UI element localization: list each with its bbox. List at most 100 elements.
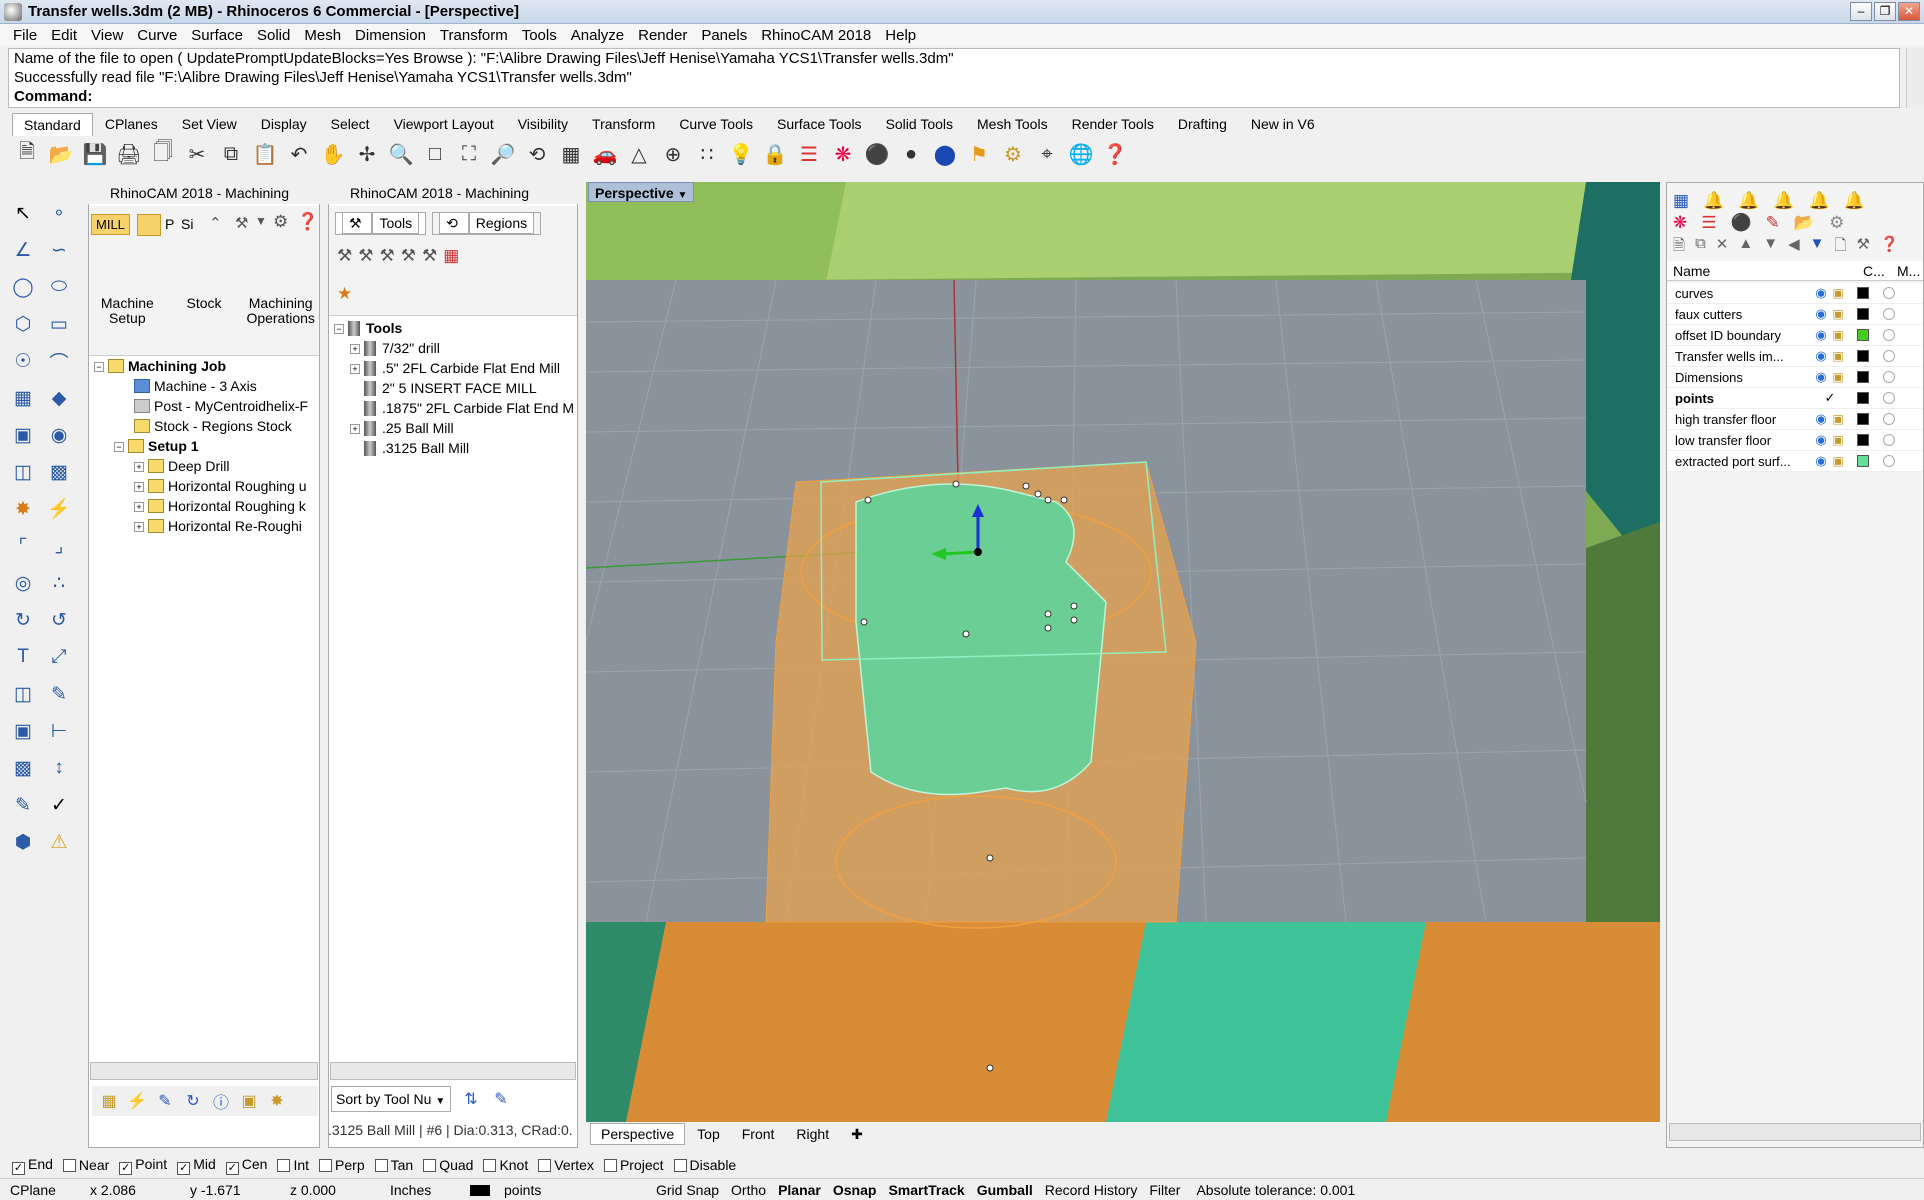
tree-item-operation[interactable]: + Horizontal Re-Roughi (94, 516, 318, 536)
add-viewport-icon[interactable]: ✚ (841, 1124, 873, 1145)
status-toggle-record-history[interactable]: Record History (1039, 1182, 1144, 1198)
warning-icon[interactable]: ⚠ (42, 825, 76, 859)
checkbox[interactable] (277, 1159, 291, 1172)
tab-drafting[interactable]: Drafting (1166, 112, 1239, 136)
osnap-point[interactable]: ✓ Point (119, 1156, 167, 1175)
save-icon[interactable]: 💾 (80, 139, 110, 169)
menu-curve[interactable]: Curve (130, 27, 184, 44)
visibility-bulb-icon[interactable]: ◉ (1813, 369, 1829, 385)
circle-icon[interactable]: ◯ (6, 270, 40, 304)
layer-material-icon[interactable] (1883, 413, 1895, 425)
tab-visibility[interactable]: Visibility (506, 112, 580, 136)
layer-material-icon[interactable] (1883, 392, 1895, 404)
polygon-icon[interactable]: ⬡ (6, 307, 40, 341)
shaded-sphere-icon[interactable]: ⚫ (862, 139, 892, 169)
visibility-bulb-icon[interactable]: ◉ (1813, 453, 1829, 469)
stock-button[interactable]: Stock (166, 296, 243, 326)
tool-library-icon[interactable]: ▦ (443, 246, 459, 266)
status-toggle-filter[interactable]: Filter (1143, 1182, 1186, 1198)
boolean-icon[interactable]: ◎ (6, 566, 40, 600)
checkbox[interactable] (62, 1159, 76, 1172)
color-wheel-icon[interactable]: ❋ (1673, 213, 1687, 233)
layer-color-swatch[interactable] (1857, 287, 1869, 299)
layer-name[interactable]: extracted port surf... (1667, 454, 1813, 469)
tools-hscrollbar[interactable] (330, 1062, 576, 1080)
layer-color-swatch[interactable] (1857, 455, 1869, 467)
chamfer-icon[interactable]: ⌟ (42, 529, 76, 563)
tab-select[interactable]: Select (319, 112, 382, 136)
zoom-icon[interactable]: 🔍 (386, 139, 416, 169)
layer-name[interactable]: Transfer wells im... (1667, 349, 1813, 364)
osnap-quad[interactable]: Quad (423, 1157, 473, 1173)
help-icon[interactable]: ❓ (297, 212, 318, 232)
menu-solid[interactable]: Solid (250, 27, 297, 44)
tool-item[interactable]: .1875" 2FL Carbide Flat End M (334, 398, 574, 418)
layer-color-swatch[interactable] (1857, 329, 1869, 341)
layer-color-swatch[interactable] (1857, 371, 1869, 383)
checkbox[interactable]: ✓ (119, 1161, 133, 1175)
machining-objects-title[interactable]: RhinoCAM 2018 - Machining Objects (328, 182, 578, 223)
collapse-toggle-icon[interactable]: − (114, 442, 124, 452)
status-toggle-ortho[interactable]: Ortho (725, 1182, 772, 1198)
polyline-icon[interactable]: ∠ (6, 233, 40, 267)
units-label[interactable]: Inches (380, 1182, 460, 1198)
lock-icon[interactable]: ▣ (1829, 307, 1847, 321)
rhino-app-icon[interactable] (4, 2, 22, 21)
collapse-icon[interactable]: ⌃ (209, 214, 222, 232)
flag-icon[interactable]: ⚑ (964, 139, 994, 169)
expand-toggle-icon[interactable]: + (134, 522, 144, 532)
post-process-icon[interactable]: ✎ (150, 1086, 180, 1116)
tab-tools[interactable]: ⚒ Tools (335, 212, 427, 235)
dropdown-icon[interactable]: ▼ (255, 214, 267, 228)
layer-color-swatch[interactable] (1857, 392, 1869, 404)
ellipse-icon[interactable]: ⬭ (42, 270, 76, 304)
check-icon[interactable]: ✓ (42, 788, 76, 822)
undo-view-icon[interactable]: ⟲ (522, 139, 552, 169)
sphere-icon[interactable]: ◉ (42, 418, 76, 452)
explode-icon[interactable]: ✸ (6, 492, 40, 526)
notification-bell-icon[interactable]: 🔔 (1738, 191, 1759, 211)
drill-icon[interactable]: ⚒ (422, 246, 437, 266)
new-layer-icon[interactable]: 🗎 (1673, 235, 1685, 260)
menu-mesh[interactable]: Mesh (297, 27, 348, 44)
curve-icon[interactable]: ∽ (42, 233, 76, 267)
tab-si[interactable]: Si (181, 216, 193, 232)
surface-icon[interactable]: ▦ (6, 381, 40, 415)
osnap-project[interactable]: Project (603, 1157, 664, 1173)
lock-icon[interactable]: ▣ (1829, 433, 1847, 447)
select-icon[interactable]: ⊕ (658, 139, 688, 169)
tab-transform[interactable]: Transform (580, 112, 667, 136)
mesh-icon[interactable]: ▩ (42, 455, 76, 489)
new-sublayer-icon[interactable]: ⧉ (1695, 235, 1706, 260)
tool-item[interactable]: + .25 Ball Mill (334, 418, 574, 438)
tab-mesh-tools[interactable]: Mesh Tools (965, 112, 1060, 136)
layer-row[interactable]: extracted port surf... ◉ ▣ (1667, 451, 1923, 472)
status-toggle-grid-snap[interactable]: Grid Snap (650, 1182, 725, 1198)
rendered-sphere-icon[interactable]: ● (896, 139, 926, 169)
menu-help[interactable]: Help (878, 27, 923, 44)
lock-icon[interactable]: ▣ (1829, 349, 1847, 363)
visibility-bulb-icon[interactable]: ◉ (1813, 348, 1829, 364)
cylinder-icon[interactable]: ◫ (6, 455, 40, 489)
render-icon[interactable]: ⬤ (930, 139, 960, 169)
layer-material-icon[interactable] (1883, 350, 1895, 362)
transfer-well-part[interactable] (855, 483, 1107, 796)
tool-wizard-icon[interactable]: ★ (337, 284, 352, 304)
gumball-x-arrow[interactable] (940, 550, 979, 556)
undo-icon[interactable]: ↶ (284, 139, 314, 169)
layer-name[interactable]: faux cutters (1667, 307, 1813, 322)
cplane-label[interactable]: CPlane (0, 1182, 80, 1198)
ball-mill-icon[interactable]: ⚒ (358, 246, 373, 266)
options-gear-icon[interactable]: ⚙ (998, 139, 1028, 169)
layer-name[interactable]: low transfer floor (1667, 433, 1813, 448)
layer-material-icon[interactable] (1883, 308, 1895, 320)
checkbox[interactable] (483, 1159, 497, 1172)
filter-icon[interactable]: ▼ (1810, 235, 1825, 260)
osnap-end[interactable]: ✓ End (12, 1156, 53, 1175)
expand-toggle-icon[interactable]: + (350, 364, 360, 374)
rectangle-icon[interactable]: ▭ (42, 307, 76, 341)
tree-item-operation[interactable]: + Deep Drill (94, 456, 318, 476)
viewport-title[interactable]: Perspective ▼ (588, 182, 695, 202)
paste-icon[interactable]: 📋 (250, 139, 280, 169)
tab-top[interactable]: Top (687, 1124, 730, 1144)
